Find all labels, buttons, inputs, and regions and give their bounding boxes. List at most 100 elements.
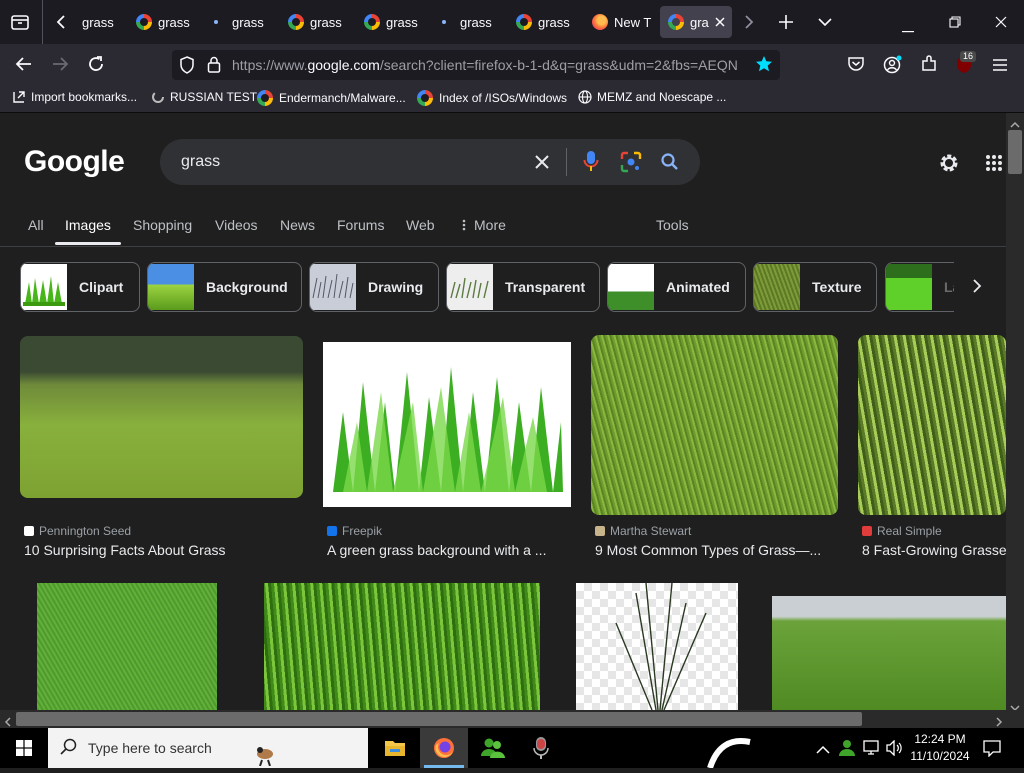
taskbar-clock[interactable]: 12:24 PM 11/10/2024 bbox=[904, 731, 976, 765]
chip-clipart[interactable]: Clipart bbox=[20, 262, 140, 312]
tab-shopping[interactable]: Shopping bbox=[133, 217, 192, 233]
list-all-tabs-icon[interactable] bbox=[818, 15, 832, 33]
bookmark-index-isos[interactable]: Index of /ISOs/Windows bbox=[417, 90, 567, 106]
bookmark-russian-test[interactable]: RUSSIAN TEST bbox=[151, 90, 257, 104]
scroll-tabs-right-icon[interactable] bbox=[742, 14, 756, 35]
pocket-icon[interactable] bbox=[847, 56, 865, 77]
tab-grass-3[interactable]: grass bbox=[208, 6, 264, 38]
tab-all[interactable]: All bbox=[28, 217, 44, 233]
horizontal-scroll-thumb[interactable] bbox=[16, 712, 862, 726]
file-explorer-icon[interactable] bbox=[384, 738, 406, 763]
google-logo[interactable]: Google bbox=[24, 145, 125, 179]
tab-active-grass[interactable]: gra bbox=[660, 6, 732, 38]
people-tray-icon[interactable] bbox=[838, 739, 856, 762]
tab-grass-1[interactable]: grass bbox=[82, 6, 114, 38]
pennington-favicon-icon bbox=[24, 526, 34, 536]
bookmark-endermanch[interactable]: Endermanch/Malware... bbox=[257, 90, 406, 106]
tab-more[interactable]: More bbox=[462, 217, 506, 233]
result-title-4[interactable]: 8 Fast-Growing Grasses bbox=[862, 542, 1006, 558]
bookmark-star-icon[interactable] bbox=[755, 55, 773, 78]
result-image-4[interactable] bbox=[858, 335, 1006, 515]
result-image-2[interactable] bbox=[323, 342, 571, 507]
scroll-tabs-left-icon[interactable] bbox=[54, 14, 68, 35]
result-title-3[interactable]: 9 Most Common Types of Grass—... bbox=[595, 542, 835, 558]
tab-news[interactable]: News bbox=[280, 217, 315, 233]
url-prefix: https://www. bbox=[232, 57, 308, 73]
search-box[interactable] bbox=[160, 139, 700, 185]
result-image-5[interactable] bbox=[37, 583, 217, 710]
forward-icon bbox=[51, 56, 69, 77]
result-source-2[interactable]: Freepik bbox=[327, 524, 382, 538]
chip-label: Transparent bbox=[505, 279, 586, 295]
tab-grass-7[interactable]: grass bbox=[516, 6, 570, 38]
network-icon[interactable] bbox=[863, 740, 881, 761]
messenger-icon[interactable] bbox=[480, 736, 506, 765]
settings-gear-icon[interactable] bbox=[937, 151, 961, 180]
close-tab-icon[interactable] bbox=[715, 15, 725, 30]
result-image-1[interactable] bbox=[20, 336, 303, 498]
tab-label: grass bbox=[310, 14, 342, 30]
chip-texture[interactable]: Texture bbox=[753, 262, 877, 312]
tab-videos[interactable]: Videos bbox=[215, 217, 258, 233]
result-image-7[interactable] bbox=[576, 583, 738, 710]
restore-icon[interactable] bbox=[949, 15, 961, 33]
result-image-6[interactable] bbox=[264, 583, 540, 710]
reload-icon[interactable] bbox=[87, 55, 105, 78]
hamburger-menu-icon[interactable] bbox=[992, 58, 1008, 77]
tab-web[interactable]: Web bbox=[406, 217, 435, 233]
chip-transparent[interactable]: Transparent bbox=[446, 262, 600, 312]
tab-grass-4[interactable]: grass bbox=[288, 6, 342, 38]
tab-list-icon[interactable] bbox=[10, 13, 30, 36]
result-title-1[interactable]: 10 Surprising Facts About Grass bbox=[24, 542, 304, 558]
tracking-protection-shield-icon[interactable] bbox=[179, 56, 195, 79]
result-image-3[interactable] bbox=[591, 335, 838, 515]
globe-icon bbox=[578, 90, 592, 104]
tab-grass-6[interactable]: grass bbox=[436, 6, 492, 38]
lens-search-icon[interactable] bbox=[620, 151, 642, 178]
bookmark-import[interactable]: Import bookmarks... bbox=[12, 90, 137, 104]
vertical-scroll-thumb[interactable] bbox=[1008, 130, 1022, 174]
scroll-up-arrow-icon[interactable] bbox=[1010, 116, 1020, 134]
result-source-3[interactable]: Martha Stewart bbox=[595, 524, 691, 538]
chip-animated[interactable]: Animated bbox=[607, 262, 746, 312]
extension-badge-count: 16 bbox=[960, 51, 977, 62]
result-source-1[interactable]: Pennington Seed bbox=[24, 524, 131, 538]
close-window-icon[interactable] bbox=[995, 15, 1007, 33]
tab-new-tab[interactable]: New T bbox=[592, 6, 651, 38]
volume-icon[interactable] bbox=[885, 739, 903, 761]
new-tab-icon[interactable] bbox=[778, 14, 794, 35]
account-icon[interactable] bbox=[883, 55, 903, 80]
tab-label: gra bbox=[690, 14, 709, 30]
chip-lawn[interactable]: La bbox=[885, 262, 954, 312]
bookmark-memz[interactable]: MEMZ and Noescape ... bbox=[578, 90, 726, 104]
search-submit-icon[interactable] bbox=[660, 152, 680, 177]
notification-center-icon[interactable] bbox=[983, 739, 1001, 762]
back-icon[interactable] bbox=[15, 56, 33, 77]
vertical-scrollbar[interactable] bbox=[1006, 113, 1024, 710]
url-text[interactable]: https://www.google.com/search?client=fir… bbox=[232, 57, 746, 73]
result-source-4[interactable]: Real Simple bbox=[862, 524, 942, 538]
show-hidden-icons-chevron-icon[interactable] bbox=[816, 742, 830, 760]
tab-images[interactable]: Images bbox=[65, 217, 111, 233]
google-apps-icon[interactable] bbox=[985, 154, 1003, 177]
tab-grass-5[interactable]: grass bbox=[364, 6, 418, 38]
microphone-app-icon[interactable] bbox=[532, 736, 550, 765]
chip-drawing[interactable]: Drawing bbox=[309, 262, 439, 312]
voice-search-icon[interactable] bbox=[583, 150, 599, 179]
tools-button[interactable]: Tools bbox=[656, 217, 689, 233]
tab-forums[interactable]: Forums bbox=[337, 217, 384, 233]
firefox-taskbar-icon[interactable] bbox=[433, 737, 455, 764]
search-input[interactable]: grass bbox=[181, 153, 220, 171]
chip-background[interactable]: Background bbox=[147, 262, 302, 312]
chips-next-chevron-icon[interactable] bbox=[970, 278, 984, 299]
windows-start-icon[interactable] bbox=[16, 740, 32, 761]
extensions-icon[interactable] bbox=[920, 55, 938, 78]
lock-icon[interactable] bbox=[207, 56, 221, 78]
chip-thumbnail bbox=[886, 264, 932, 310]
result-image-8[interactable] bbox=[772, 596, 1006, 710]
chip-thumbnail bbox=[148, 264, 194, 310]
clear-search-icon[interactable] bbox=[534, 154, 550, 175]
result-title-2[interactable]: A green grass background with a ... bbox=[327, 542, 567, 558]
minimize-icon[interactable] bbox=[902, 20, 914, 38]
tab-grass-2[interactable]: grass bbox=[136, 6, 190, 38]
